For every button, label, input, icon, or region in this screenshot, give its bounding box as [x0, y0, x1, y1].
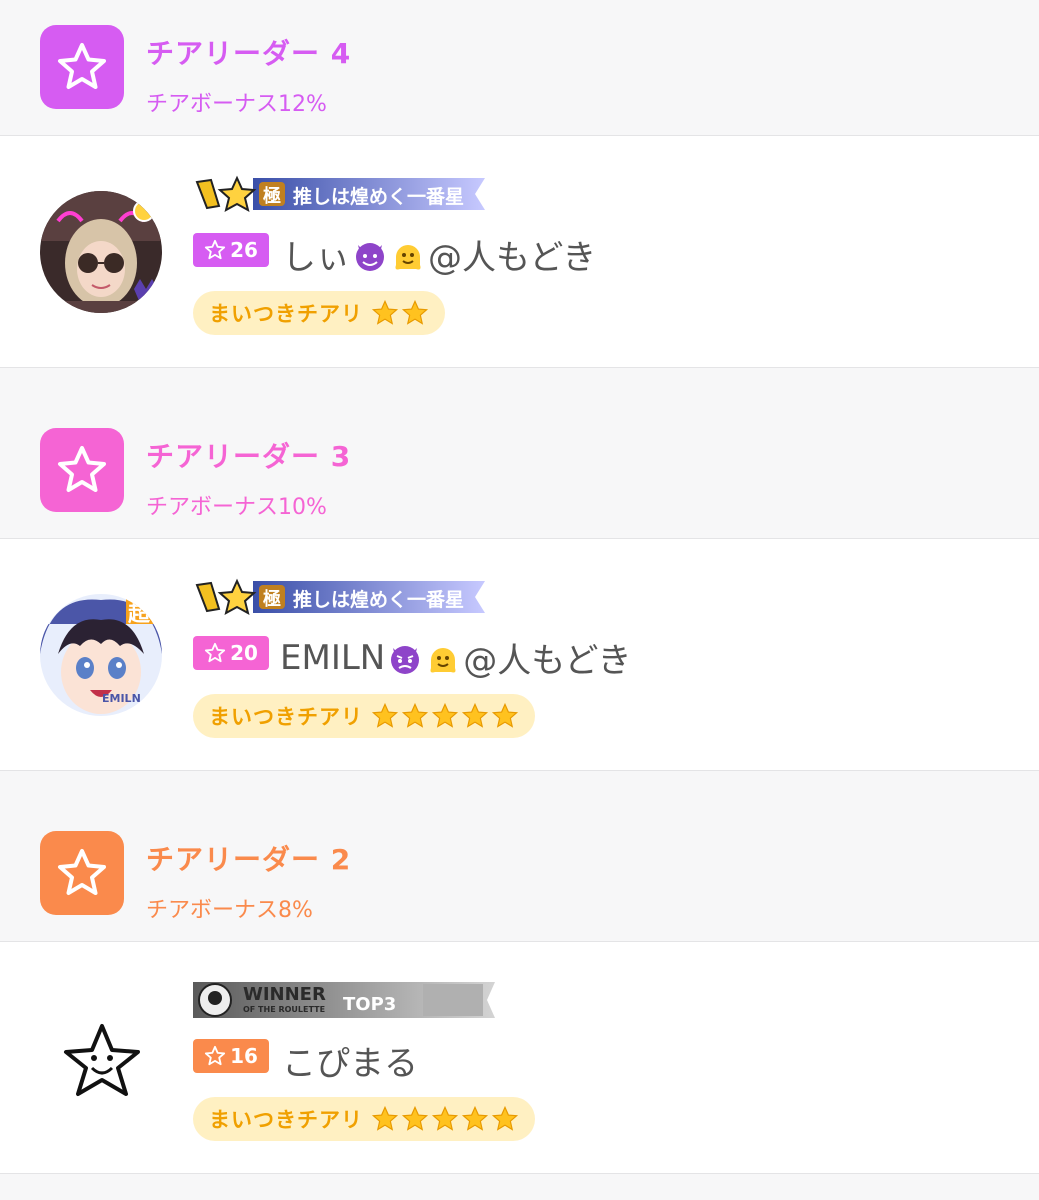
- star-icon: [371, 1105, 399, 1131]
- tier-star-icon: [40, 25, 124, 109]
- cheer-stars: [371, 702, 519, 730]
- smiling-devil-emoji-icon: [356, 242, 384, 271]
- cheer-label: まいつきチアリ: [209, 1108, 363, 1132]
- username-text: こぴまる: [282, 1044, 418, 1084]
- star-outline-icon: [204, 239, 226, 260]
- star-outline-icon: [204, 642, 226, 663]
- tier-title: チアリーダー 4: [146, 37, 352, 70]
- star-icon: [431, 1105, 459, 1131]
- banner-text: WINNER: [243, 984, 326, 1005]
- star-icon: [461, 1105, 489, 1131]
- cheer-label: まいつきチアリ: [209, 302, 363, 326]
- level-badge: 16: [193, 1039, 269, 1073]
- banner-text: 推しは煌めく一番星: [293, 589, 465, 611]
- melting-face-emoji-icon: [395, 244, 421, 269]
- cheer-status-pill: まいつきチアリ: [193, 1097, 535, 1141]
- list-item[interactable]: 極 推しは煌めく一番星 26 しぃ @人もどき まいつきチアリ: [0, 136, 1039, 368]
- level-badge: 26: [193, 233, 269, 267]
- tier-star-icon: [40, 428, 124, 512]
- username-suffix: @人もどき: [428, 238, 597, 278]
- star-icon: [491, 1105, 519, 1131]
- banner-mark: 極: [263, 186, 281, 207]
- angry-devil-emoji-icon: [391, 645, 420, 674]
- avatar-default-star-icon[interactable]: [40, 998, 162, 1120]
- cheer-stars: [371, 1105, 519, 1133]
- banner-mark: 極: [263, 589, 281, 610]
- star-icon: [401, 1105, 429, 1131]
- tier-header-3: チアリーダー 3 チアボーナス10%: [0, 404, 1039, 539]
- section-gap: [0, 368, 1039, 404]
- star-icon: [491, 702, 519, 728]
- tier-bonus: チアボーナス12%: [146, 92, 327, 117]
- avatar-badge: 超: [128, 602, 151, 627]
- avatar[interactable]: 超 EMILN: [40, 594, 162, 716]
- star-icon: [371, 299, 399, 325]
- star-outline-icon: [204, 1045, 226, 1066]
- level-badge: 20: [193, 636, 269, 670]
- melting-face-emoji-icon: [430, 647, 456, 672]
- level-value: 16: [230, 1044, 258, 1068]
- avatar-caption: EMILN: [102, 692, 141, 705]
- avatar[interactable]: [40, 191, 162, 313]
- banner-text: 推しは煌めく一番星: [293, 186, 465, 208]
- tier-bonus: チアボーナス10%: [146, 495, 327, 520]
- title-banner: WINNER OF THE ROULETTE TOP3: [193, 980, 497, 1020]
- tier-star-icon: [40, 831, 124, 915]
- list-item[interactable]: 超 EMILN 極 推しは煌めく一番星 20 EMILN @人もどき まいつきチ…: [0, 539, 1039, 771]
- title-banner: 極 推しは煌めく一番星: [193, 174, 497, 214]
- section-gap: [0, 1174, 1039, 1200]
- username-text: しぃ: [282, 238, 350, 278]
- banner-sub: OF THE ROULETTE: [243, 1005, 326, 1014]
- username-text: EMILN: [280, 637, 386, 678]
- username[interactable]: EMILN @人もどき: [280, 633, 632, 682]
- username-suffix: @人もどき: [463, 641, 632, 681]
- cheer-label: まいつきチアリ: [209, 705, 363, 729]
- star-icon: [431, 702, 459, 728]
- tier-header-4: チアリーダー 4 チアボーナス12%: [0, 0, 1039, 136]
- star-icon: [401, 702, 429, 728]
- tier-header-2: チアリーダー 2 チアボーナス8%: [0, 807, 1039, 942]
- banner-top: TOP3: [343, 994, 397, 1015]
- cheer-status-pill: まいつきチアリ: [193, 694, 535, 738]
- section-gap: [0, 771, 1039, 807]
- title-banner: 極 推しは煌めく一番星: [193, 577, 497, 617]
- star-icon: [461, 702, 489, 728]
- username[interactable]: こぴまる: [282, 1036, 418, 1085]
- list-item[interactable]: WINNER OF THE ROULETTE TOP3 16 こぴまる まいつき…: [0, 942, 1039, 1174]
- tier-title: チアリーダー 2: [146, 843, 352, 876]
- level-value: 20: [230, 641, 258, 665]
- cheer-status-pill: まいつきチアリ: [193, 291, 445, 335]
- level-value: 26: [230, 238, 258, 262]
- username[interactable]: しぃ @人もどき: [282, 230, 596, 279]
- star-icon: [371, 702, 399, 728]
- cheer-stars: [371, 299, 429, 327]
- tier-bonus: チアボーナス8%: [146, 898, 313, 923]
- star-icon: [401, 299, 429, 325]
- tier-title: チアリーダー 3: [146, 440, 352, 473]
